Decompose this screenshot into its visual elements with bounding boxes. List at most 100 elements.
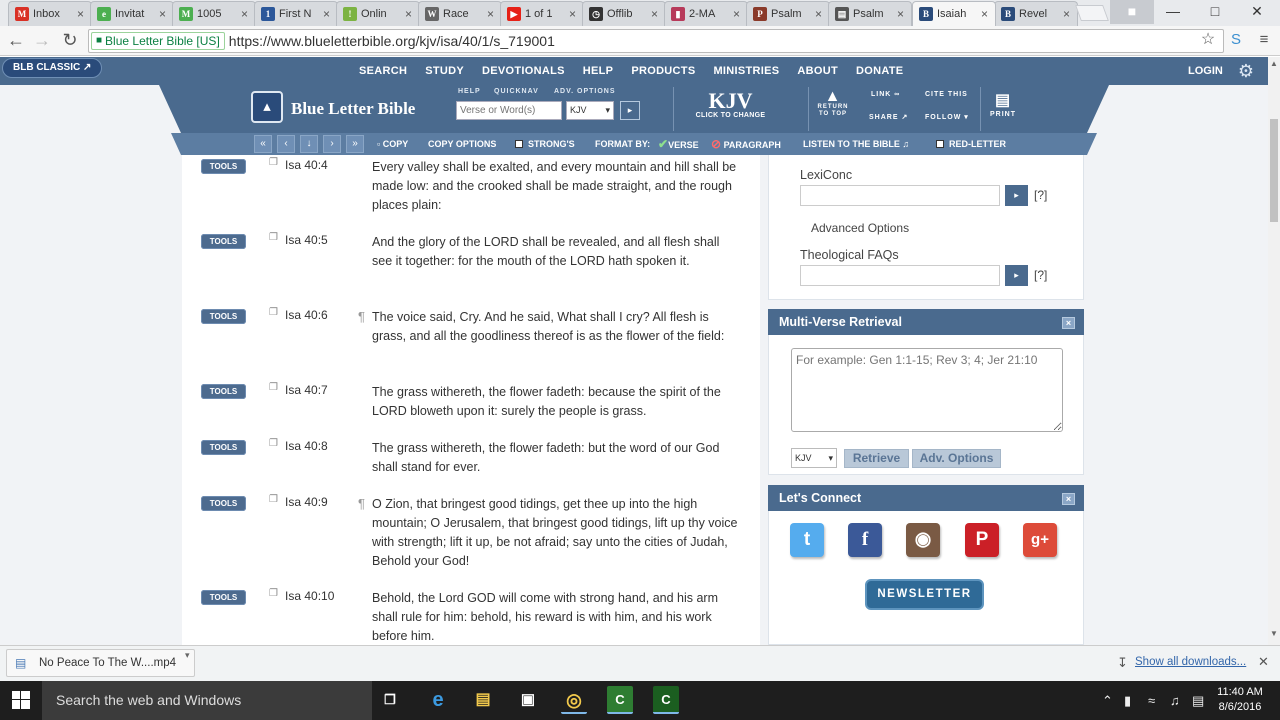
secure-badge[interactable]: ■ Blue Letter Bible [US] [91, 32, 225, 50]
browser-tab[interactable]: ▮ 2-MA × [664, 1, 748, 26]
notifications-icon[interactable]: ▤ [1192, 681, 1204, 720]
scroll-down-icon[interactable]: ▼ [1270, 629, 1278, 638]
copy-verse-icon[interactable]: ❐ [269, 232, 278, 243]
quicknav-go-button[interactable]: ▸ [620, 101, 640, 120]
next-chapter-icon[interactable]: › [323, 135, 341, 153]
listen-button[interactable]: LISTEN TO THE BIBLE ♫ [803, 133, 909, 155]
menu-icon[interactable]: ≡ [1252, 29, 1276, 53]
browser-tab[interactable]: W Race × [418, 1, 502, 26]
browser-tab[interactable]: ! Onlin × [336, 1, 420, 26]
tab-close-icon[interactable]: × [981, 7, 991, 21]
lexiconc-help-link[interactable]: [?] [1034, 188, 1047, 202]
tab-close-icon[interactable]: × [733, 7, 743, 21]
adv-options-button[interactable]: Adv. Options [912, 449, 1001, 468]
facebook-icon[interactable]: f [848, 523, 882, 557]
paragraph-format-option[interactable]: ⊘ PARAGRAPH [711, 133, 781, 155]
lexiconc-go-button[interactable]: ▸ [1005, 185, 1028, 206]
link-button[interactable]: LINK ∞ [871, 91, 900, 98]
close-icon[interactable]: × [1062, 493, 1075, 505]
tools-button[interactable]: TOOLS [201, 496, 246, 511]
nav-item-devotionals[interactable]: DEVOTIONALS [473, 57, 574, 85]
copy-verse-icon[interactable]: ❐ [269, 494, 278, 505]
strongs-toggle[interactable]: STRONG'S [515, 133, 575, 155]
close-download-bar-icon[interactable]: ✕ [1258, 654, 1269, 670]
close-icon[interactable]: × [1062, 317, 1075, 329]
page-scrollbar[interactable]: ▲ ▼ [1268, 57, 1280, 645]
instagram-icon[interactable]: ◉ [906, 523, 940, 557]
new-tab-button[interactable] [1075, 5, 1109, 21]
faqs-go-button[interactable]: ▸ [1005, 265, 1028, 286]
copy-options-button[interactable]: COPY OPTIONS [428, 133, 496, 155]
tab-close-icon[interactable]: × [569, 7, 579, 21]
tools-button[interactable]: TOOLS [201, 234, 246, 249]
taskbar-search[interactable]: Search the web and Windows [42, 681, 372, 720]
scroll-up-icon[interactable]: ▲ [1270, 59, 1278, 68]
first-chapter-icon[interactable]: « [254, 135, 272, 153]
verse-format-option[interactable]: ✔VERSE [658, 133, 699, 155]
verse-reference[interactable]: Isa 40:4 [285, 158, 328, 172]
edge-icon[interactable]: e [425, 686, 451, 714]
tools-button[interactable]: TOOLS [201, 309, 246, 324]
adv-options-label[interactable]: ADV. OPTIONS [554, 88, 616, 95]
store-icon[interactable]: ▣ [515, 686, 541, 714]
twitter-icon[interactable]: t [790, 523, 824, 557]
copy-verse-icon[interactable]: ❐ [269, 382, 278, 393]
faqs-input[interactable] [800, 265, 1000, 286]
site-logo[interactable]: Blue Letter Bible [291, 99, 415, 119]
follow-button[interactable]: FOLLOW ▾ [925, 113, 969, 121]
version-select[interactable]: KJV ▾ [566, 101, 614, 120]
tools-button[interactable]: TOOLS [201, 590, 246, 605]
tab-close-icon[interactable]: × [897, 7, 907, 21]
chapter-list-icon[interactable]: ↓ [300, 135, 318, 153]
tab-close-icon[interactable]: × [77, 7, 87, 21]
tab-close-icon[interactable]: × [323, 7, 333, 21]
tools-button[interactable]: TOOLS [201, 440, 246, 455]
tab-close-icon[interactable]: × [1063, 7, 1073, 21]
lexiconc-input[interactable] [800, 185, 1000, 206]
download-menu-icon[interactable]: ▾ [185, 650, 190, 661]
google-plus-icon[interactable]: g+ [1023, 523, 1057, 557]
minimize-button[interactable]: — [1152, 0, 1194, 24]
bible-logo-icon[interactable]: ▴ [251, 91, 283, 123]
tab-close-icon[interactable]: × [487, 7, 497, 21]
help-label[interactable]: HELP [458, 88, 481, 95]
browser-tab[interactable]: ▶ 1 of 1 × [500, 1, 584, 26]
browser-tab[interactable]: M Inbox × [8, 1, 92, 26]
nav-item-ministries[interactable]: MINISTRIES [704, 57, 788, 85]
newsletter-button[interactable]: NEWSLETTER [865, 579, 984, 610]
wifi-icon[interactable]: ≈ [1148, 681, 1155, 720]
tab-close-icon[interactable]: × [815, 7, 825, 21]
return-to-top-button[interactable]: ▲ RETURN TO TOP [815, 89, 851, 118]
tab-close-icon[interactable]: × [405, 7, 415, 21]
camtasia-recorder-icon[interactable]: C [653, 686, 679, 714]
browser-tab[interactable]: M 1005 × [172, 1, 256, 26]
verse-reference[interactable]: Isa 40:9 [285, 495, 328, 509]
nav-item-about[interactable]: ABOUT [788, 57, 847, 85]
browser-tab[interactable]: ▤ Psalm × [828, 1, 912, 26]
multi-verse-version-select[interactable]: KJV ▾ [791, 448, 837, 468]
browser-tab[interactable]: e Invitat × [90, 1, 174, 26]
copy-button[interactable]: ▫ COPY [377, 133, 408, 155]
browser-tab[interactable]: P Psalm × [746, 1, 830, 26]
maximize-button[interactable]: □ [1194, 0, 1236, 24]
print-button[interactable]: ▤ PRINT [989, 91, 1017, 118]
share-button[interactable]: SHARE ↗ [869, 113, 908, 121]
verse-reference[interactable]: Isa 40:6 [285, 308, 328, 322]
nav-item-donate[interactable]: DONATE [847, 57, 912, 85]
nav-item-study[interactable]: STUDY [416, 57, 473, 85]
red-letter-toggle[interactable]: RED-LETTER [936, 133, 1006, 155]
chrome-icon[interactable]: ◎ [561, 686, 587, 714]
advanced-options-link[interactable]: Advanced Options [811, 221, 909, 235]
quicknav-input[interactable] [456, 101, 562, 120]
forward-button[interactable]: → [30, 29, 54, 53]
browser-tab[interactable]: B Revel × [994, 1, 1078, 26]
verse-reference[interactable]: Isa 40:10 [285, 589, 334, 603]
verse-reference[interactable]: Isa 40:8 [285, 439, 328, 453]
window-close-button[interactable]: ✕ [1236, 0, 1278, 24]
verse-reference[interactable]: Isa 40:5 [285, 233, 328, 247]
nav-item-help[interactable]: HELP [574, 57, 623, 85]
nav-item-search[interactable]: SEARCH [350, 57, 416, 85]
camtasia-icon[interactable]: C [607, 686, 633, 714]
last-chapter-icon[interactable]: » [346, 135, 364, 153]
reload-button[interactable]: ↻ [58, 29, 82, 53]
